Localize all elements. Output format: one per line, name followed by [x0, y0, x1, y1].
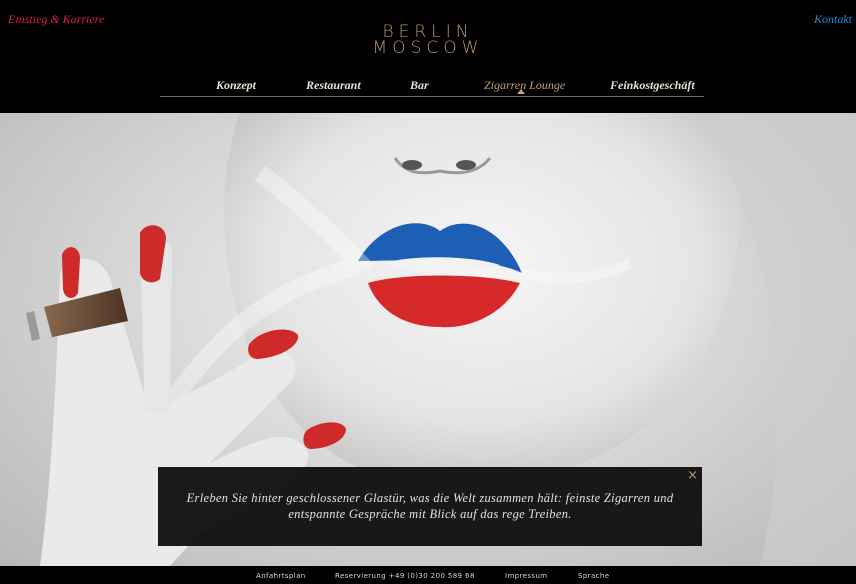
nav-item-bar[interactable]: Bar	[410, 78, 429, 93]
caption-line-2: entspannte Gespräche mit Blick auf das r…	[288, 507, 572, 521]
footer-link-reservierung[interactable]: Reservierung +49 (0)30 200 589 68	[335, 572, 475, 580]
active-nav-caret-icon	[517, 89, 525, 94]
footer-link-sprache[interactable]: Sprache	[578, 572, 609, 580]
nav-item-restaurant[interactable]: Restaurant	[306, 78, 361, 93]
caption-box: × Erleben Sie hinter geschlossener Glast…	[158, 467, 702, 546]
caption-text: Erleben Sie hinter geschlossener Glastür…	[172, 490, 688, 522]
main-navigation: Konzept Restaurant Bar Zigarren Lounge F…	[160, 78, 704, 97]
footer-link-impressum[interactable]: Impressum	[505, 572, 548, 580]
close-icon[interactable]: ×	[687, 468, 698, 483]
nav-item-konzept[interactable]: Konzept	[216, 78, 256, 93]
nail-1	[62, 247, 80, 298]
site-header: Einstieg & Karriere Kontakt BERLIN MOSCO…	[0, 0, 856, 113]
caption-line-1: Erleben Sie hinter geschlossener Glastür…	[186, 491, 674, 505]
site-footer: Anfahrtsplan Reservierung +49 (0)30 200 …	[0, 566, 856, 584]
nav-item-feinkostgeschaeft[interactable]: Feinkostgeschäft	[610, 78, 695, 93]
footer-link-anfahrtsplan[interactable]: Anfahrtsplan	[256, 572, 306, 580]
logo-moscow[interactable]: MOSCOW	[0, 40, 856, 57]
